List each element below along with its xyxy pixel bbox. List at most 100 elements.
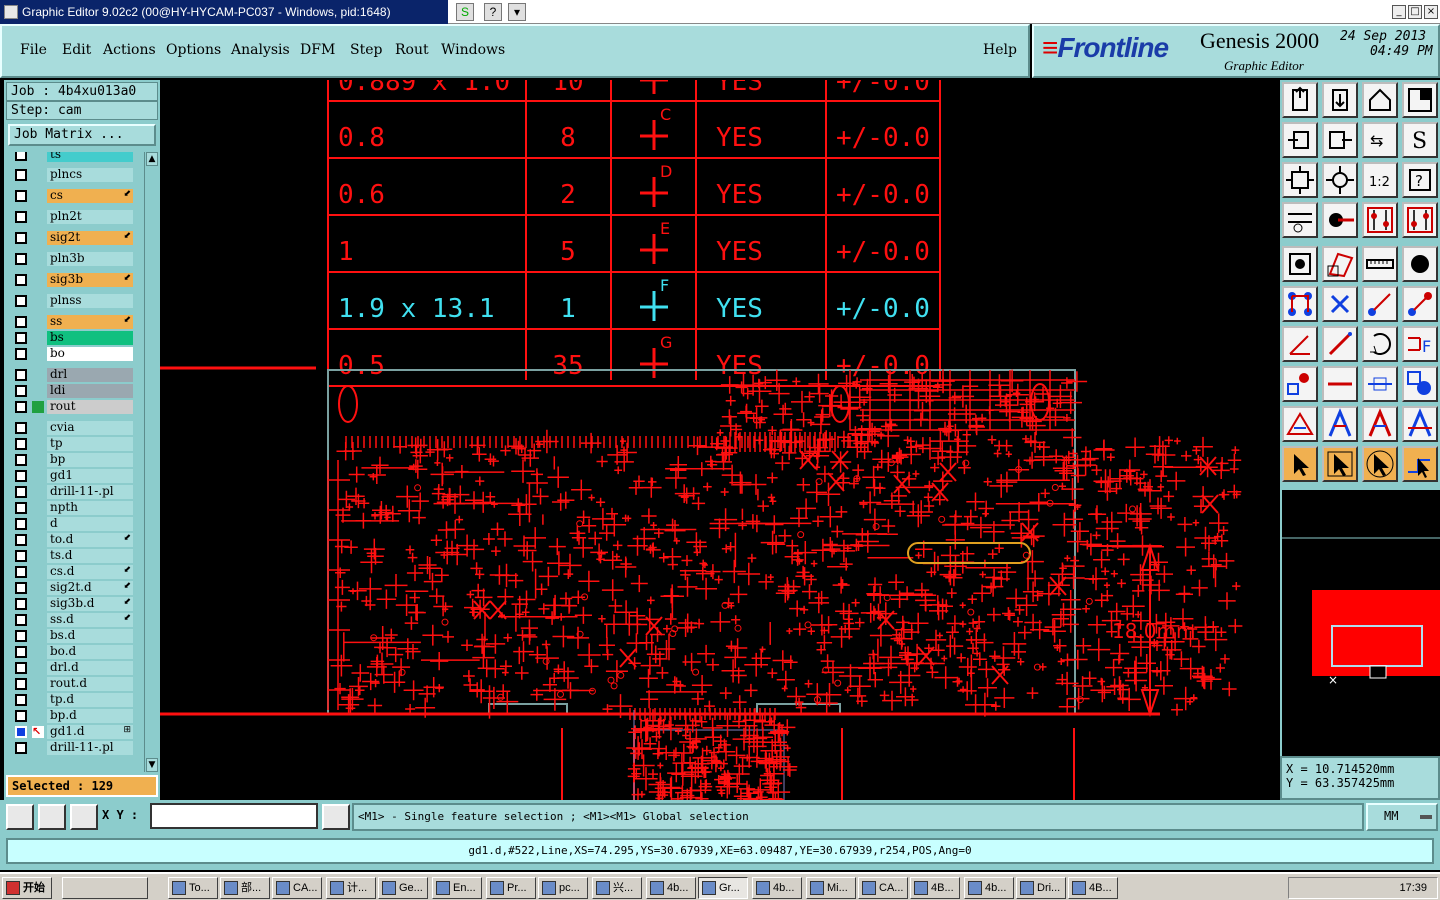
layer-checkbox[interactable]	[15, 332, 27, 344]
menu-help[interactable]: Help	[983, 42, 1017, 58]
layer-name[interactable]: npth	[47, 501, 133, 515]
taskbar-button[interactable]: 兴...	[592, 877, 642, 899]
layer-checkbox[interactable]	[15, 454, 27, 466]
menu-file[interactable]: File	[20, 42, 47, 58]
layer-row-0[interactable]: ts	[8, 152, 133, 162]
layer-affect-marker[interactable]	[32, 742, 44, 754]
layer-row-13[interactable]: rout	[8, 400, 133, 414]
layer-checkbox[interactable]	[15, 630, 27, 642]
layer-checkbox[interactable]	[15, 614, 27, 626]
taskbar-button[interactable]: CA...	[858, 877, 908, 899]
help-button[interactable]: ?	[484, 3, 502, 21]
minus-icon[interactable]	[1322, 366, 1358, 402]
layer-affect-marker[interactable]	[32, 152, 44, 161]
layer-name[interactable]: ldi	[47, 384, 133, 398]
layer-name[interactable]: drill-11-.pl	[47, 741, 133, 755]
redo-icon[interactable]	[1322, 122, 1358, 158]
layer-affect-marker[interactable]	[32, 694, 44, 706]
layer-name[interactable]: rout.d	[47, 677, 133, 691]
layer-checkbox[interactable]	[15, 295, 27, 307]
save-icon[interactable]	[1322, 82, 1358, 118]
help-icon[interactable]: ?	[1402, 162, 1438, 198]
layer-name[interactable]: bp	[47, 453, 133, 467]
xy-input[interactable]	[150, 803, 318, 829]
job-matrix-button[interactable]: Job Matrix ...	[8, 124, 156, 146]
taskbar-button[interactable]: Gr...	[698, 877, 748, 899]
undo-icon[interactable]	[1282, 122, 1318, 158]
maximize-button[interactable]: □	[1408, 5, 1422, 19]
layers-red-icon[interactable]	[1362, 202, 1398, 238]
menu-edit[interactable]: Edit	[62, 42, 91, 58]
open-step-icon[interactable]	[1282, 82, 1318, 118]
pcb-drawing[interactable]: 0.889 x 1.0 10 YES +/-0.0 0.8 8 C YES +/-0.0 0.6 2…	[160, 80, 1280, 800]
layer-affect-marker[interactable]	[32, 253, 44, 265]
layer-row-30[interactable]: rout.d	[8, 677, 133, 691]
layer-affect-marker[interactable]	[32, 710, 44, 722]
layer-row-9[interactable]: bs	[8, 331, 133, 345]
layer-name[interactable]: cs.d ⬋	[47, 565, 133, 579]
layer-row-1[interactable]: plncs	[8, 168, 133, 182]
duplicate-icon[interactable]	[1402, 366, 1438, 402]
layer-checkbox[interactable]	[15, 190, 27, 202]
layer-row-5[interactable]: pln3b	[8, 252, 133, 266]
layer-affect-marker[interactable]	[32, 385, 44, 397]
info-icon[interactable]	[322, 804, 350, 830]
start-button[interactable]: 开始	[2, 877, 52, 899]
layer-affect-marker[interactable]	[32, 470, 44, 482]
scale-1-2-icon[interactable]: 1:2	[1362, 162, 1398, 198]
layer-checkbox[interactable]	[15, 742, 27, 754]
menu-analysis[interactable]: Analysis	[231, 42, 290, 58]
layer-name[interactable]: tp	[47, 437, 133, 451]
layer-name[interactable]: sig2t.d ⬋	[47, 581, 133, 595]
rotate-icon[interactable]	[1362, 326, 1398, 362]
layer-affect-marker[interactable]	[32, 678, 44, 690]
layer-checkbox[interactable]	[15, 316, 27, 328]
taskbar-button[interactable]: En...	[432, 877, 482, 899]
layer-checkbox[interactable]	[15, 401, 27, 413]
circle-icon[interactable]	[1402, 246, 1438, 282]
layer-name[interactable]: bp.d	[47, 709, 133, 723]
tri-a-icon[interactable]	[1322, 406, 1358, 442]
snap-icon[interactable]	[6, 804, 34, 830]
menu-actions[interactable]: Actions	[103, 42, 156, 58]
layer-name[interactable]: sig3b.d ⬋	[47, 597, 133, 611]
cross-icon[interactable]	[1322, 286, 1358, 322]
layer-checkbox[interactable]	[15, 662, 27, 674]
layer-affect-marker[interactable]	[32, 550, 44, 562]
layer-row-29[interactable]: drl.d	[8, 661, 133, 675]
layer-affect-marker[interactable]	[32, 332, 44, 344]
taskbar-button[interactable]: 部...	[220, 877, 270, 899]
layer-affect-marker[interactable]	[32, 169, 44, 181]
angle-icon[interactable]	[1282, 326, 1318, 362]
layer-row-28[interactable]: bo.d	[8, 645, 133, 659]
layer-checkbox[interactable]	[15, 422, 27, 434]
taskbar-button[interactable]: 4b...	[964, 877, 1014, 899]
layer-affect-marker[interactable]	[32, 401, 44, 413]
layer-checkbox[interactable]	[15, 274, 27, 286]
layer-name[interactable]: cvia	[47, 421, 133, 435]
layer-affect-marker[interactable]	[32, 369, 44, 381]
layer-scrollbar[interactable]: ▲ ▼	[144, 152, 158, 772]
layer-checkbox[interactable]	[15, 486, 27, 498]
fork-icon[interactable]: F	[1402, 326, 1438, 362]
layer-name[interactable]: bs.d	[47, 629, 133, 643]
layer-affect-marker[interactable]	[32, 662, 44, 674]
taskbar-button[interactable]: 4B...	[910, 877, 960, 899]
layer-row-2[interactable]: cs ⬋	[8, 189, 133, 203]
layer-checkbox[interactable]	[15, 438, 27, 450]
taskbar-button[interactable]: CA...	[272, 877, 322, 899]
layer-row-24[interactable]: sig2t.d ⬋	[8, 581, 133, 595]
taskbar-button[interactable]: Pr...	[486, 877, 536, 899]
zoom-fit-icon[interactable]	[1282, 162, 1318, 198]
layer-row-33[interactable]: ↖ gd1.d ⊞	[8, 725, 133, 739]
window-icon[interactable]	[1402, 82, 1438, 118]
select-arrow-icon[interactable]	[1282, 446, 1318, 482]
layer-name[interactable]: d	[47, 517, 133, 531]
layer-name[interactable]: gd1	[47, 469, 133, 483]
pad-icon[interactable]	[1282, 246, 1318, 282]
layer-affect-marker[interactable]	[32, 502, 44, 514]
layer-checkbox[interactable]	[15, 534, 27, 546]
layer-checkbox[interactable]	[15, 348, 27, 360]
layer-affect-marker[interactable]	[32, 274, 44, 286]
line-node-icon[interactable]	[1362, 286, 1398, 322]
